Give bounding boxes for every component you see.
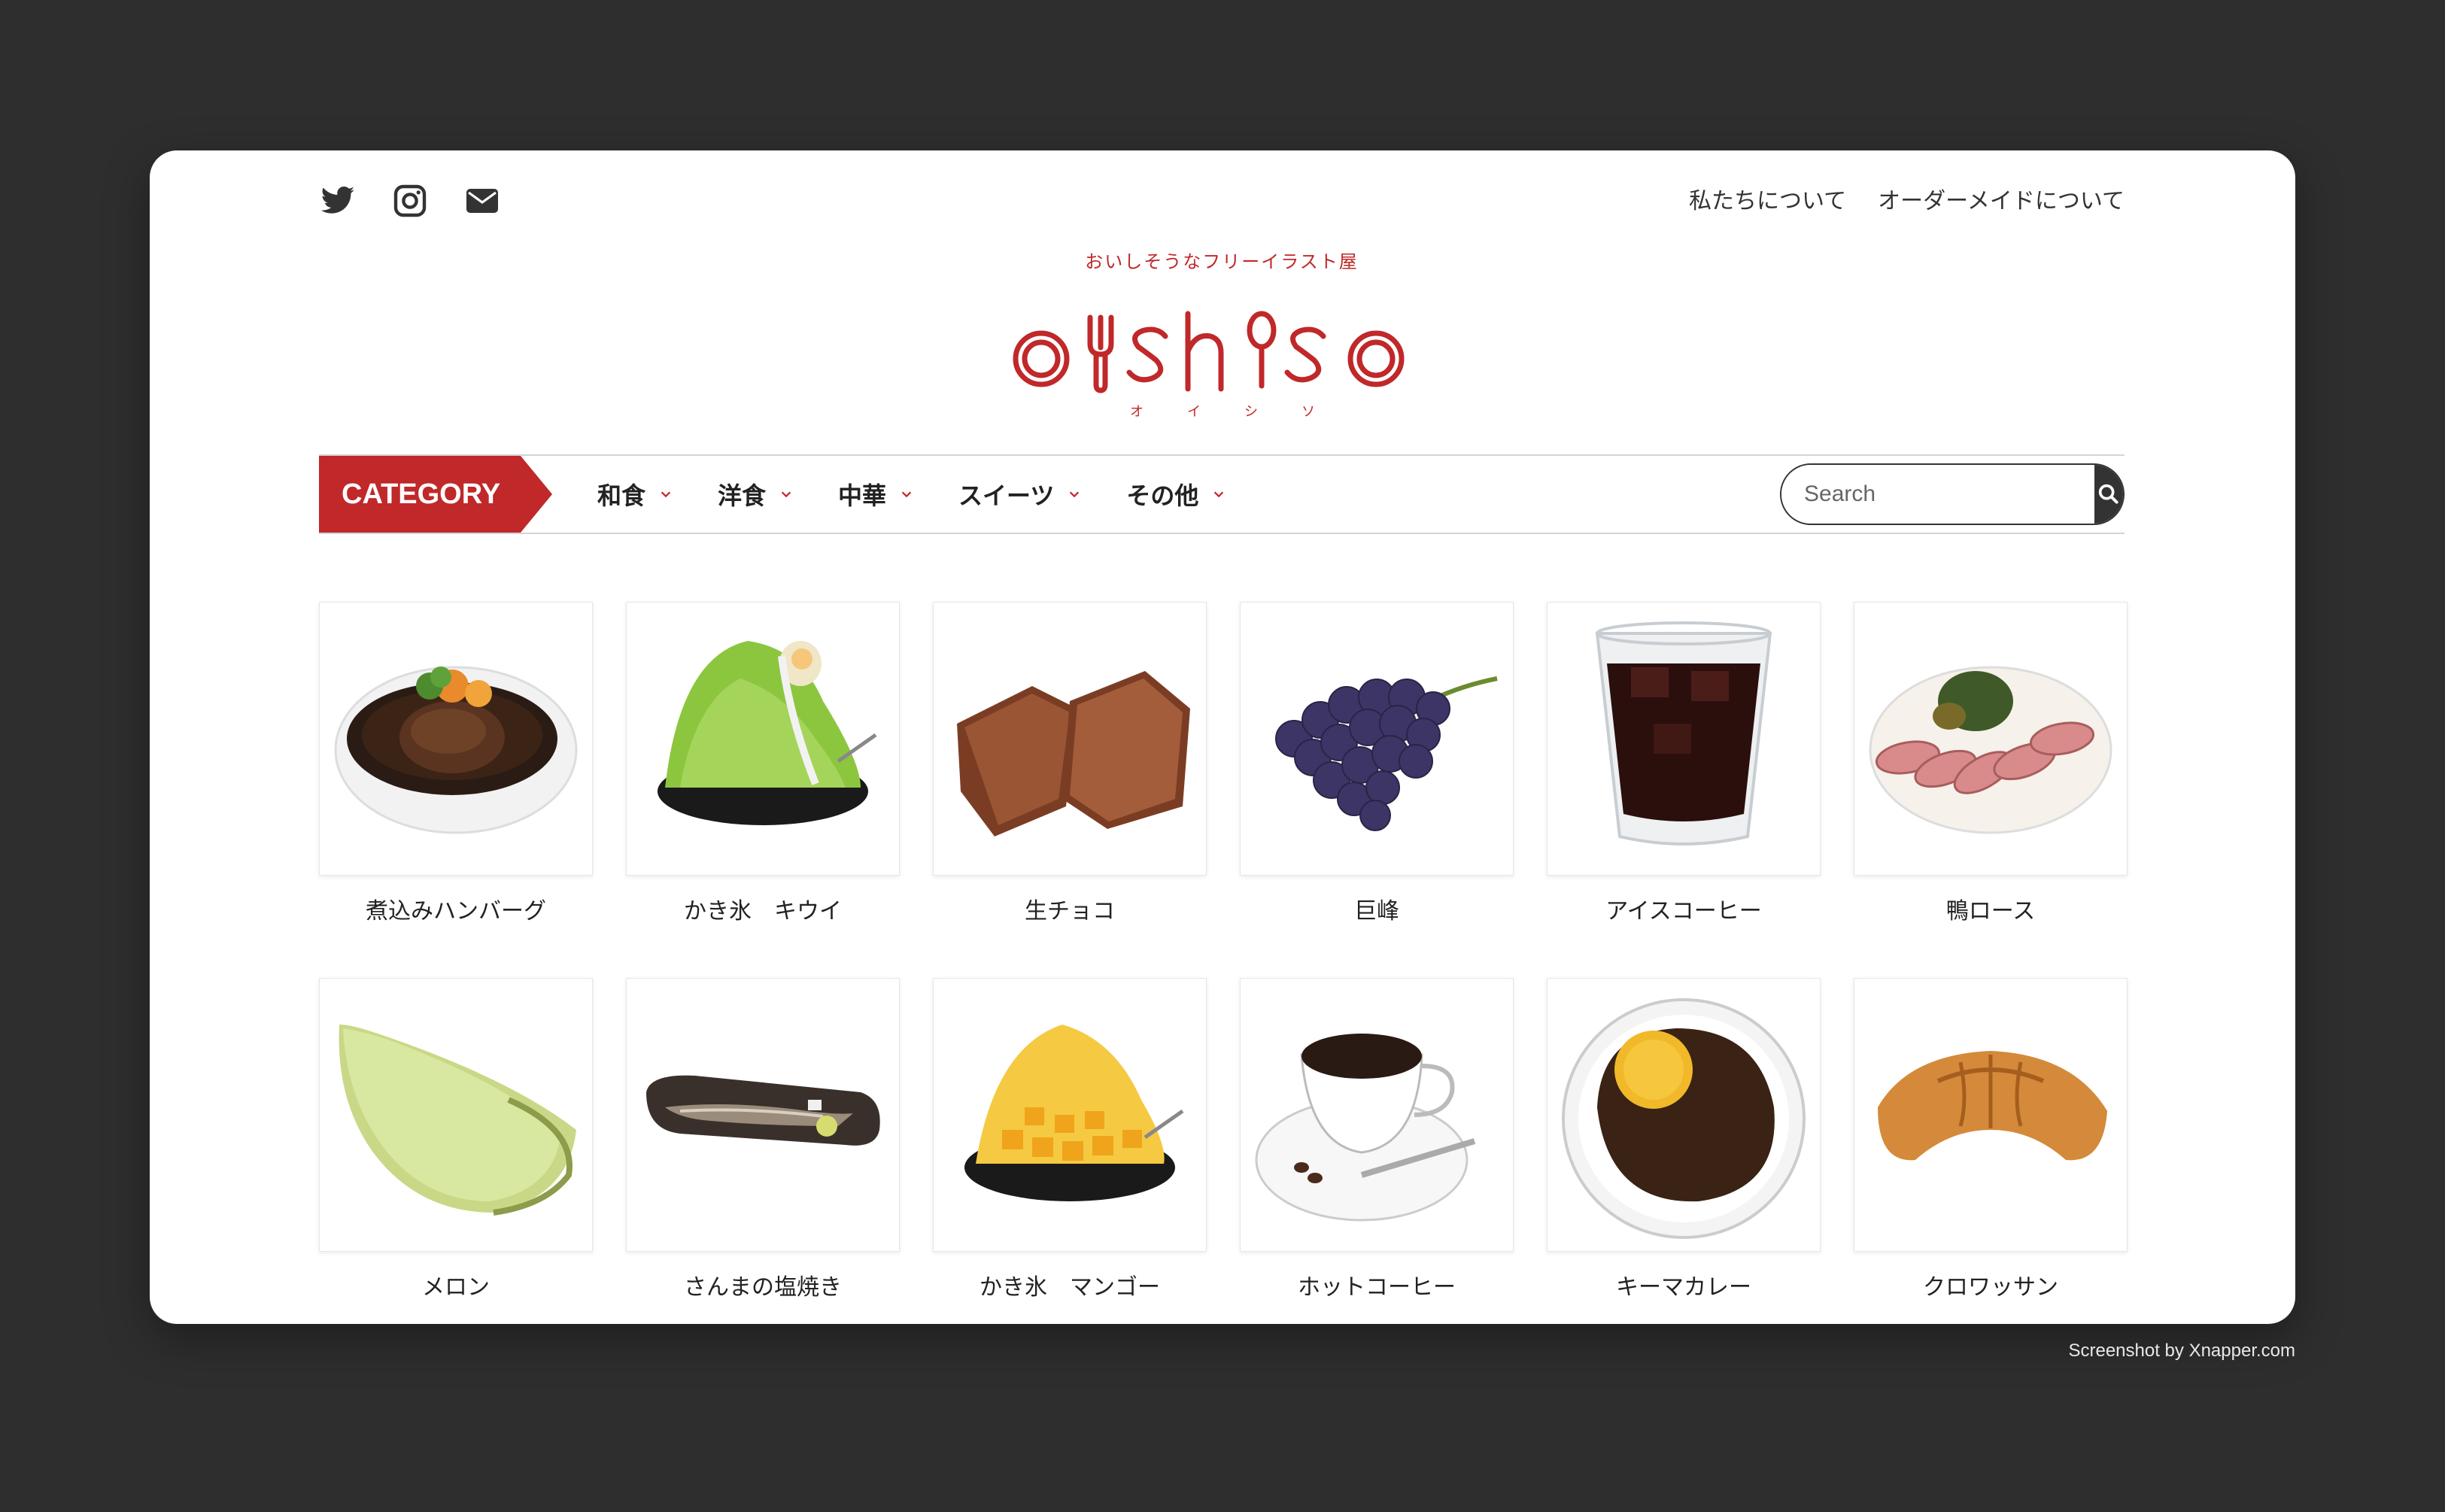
thumbnail — [1547, 978, 1821, 1252]
thumbnail — [626, 978, 900, 1252]
logo-kana: オイシソ — [1130, 404, 1359, 420]
item-caption: かき氷 キウイ — [684, 898, 842, 925]
thumbnail — [1854, 602, 2128, 876]
social-links — [319, 182, 501, 220]
category-menu: 和食 洋食 中華 スイーツ その他 — [597, 456, 1226, 533]
page-content: 私たちについて オーダーメイドについて おいしそうなフリーイラスト屋 オイシソ … — [319, 150, 2128, 1324]
item-caption: 鴨ロース — [1945, 898, 2036, 925]
grid-item-hot-coffee[interactable]: ホットコーヒー — [1240, 978, 1514, 1301]
thumbnail — [933, 602, 1207, 876]
search-input[interactable] — [1781, 465, 2094, 524]
search-button[interactable] — [2094, 465, 2123, 524]
item-caption: ホットコーヒー — [1298, 1274, 1456, 1301]
category-nav: CATEGORY 和食 洋食 中華 スイーツ その他 — [319, 454, 2125, 534]
grapes-image — [1275, 676, 1498, 831]
menu-item-sweets[interactable]: スイーツ — [958, 477, 1081, 512]
menu-item-washoku[interactable]: 和食 — [597, 477, 673, 512]
screenshot-credit: Screenshot by Xnapper.com — [2068, 1340, 2295, 1361]
about-us-link[interactable]: 私たちについて — [1689, 182, 1846, 215]
thumbnail — [1854, 978, 2128, 1252]
mango-shaved-ice-image — [964, 1025, 1184, 1201]
chevron-down-icon — [661, 491, 671, 498]
menu-item-chuka[interactable]: 中華 — [838, 477, 913, 512]
item-caption: キーマカレー — [1616, 1274, 1751, 1301]
browser-window: 私たちについて オーダーメイドについて おいしそうなフリーイラスト屋 オイシソ … — [150, 150, 2295, 1324]
instagram-icon[interactable] — [391, 182, 429, 220]
mail-icon[interactable] — [463, 182, 501, 220]
item-caption: アイスコーヒー — [1605, 898, 1762, 925]
menu-item-yoshoku[interactable]: 洋食 — [718, 477, 793, 512]
grid-item-grilled-saury[interactable]: さんまの塩焼き — [626, 978, 900, 1301]
duck-roast-image — [1869, 666, 2112, 834]
grid-item-hamburg-steak[interactable]: 煮込みハンバーグ — [319, 602, 593, 925]
grilled-saury-image — [646, 1075, 880, 1146]
menu-label: その他 — [1126, 481, 1199, 510]
item-caption: クロワッサン — [1923, 1274, 2058, 1301]
menu-label: スイーツ — [958, 481, 1055, 510]
grid-item-croissant[interactable]: クロワッサン — [1854, 978, 2128, 1301]
thumbnail — [933, 978, 1207, 1252]
grid-item-mango-shaved-ice[interactable]: かき氷 マンゴー — [933, 978, 1207, 1301]
item-caption: 煮込みハンバーグ — [366, 898, 546, 925]
search-icon — [2098, 484, 2118, 504]
thumbnail — [626, 602, 900, 876]
thumbnail — [319, 602, 593, 876]
grid-item-nama-chocolate[interactable]: 生チョコ — [933, 602, 1207, 925]
grid-item-iced-coffee[interactable]: アイスコーヒー — [1547, 602, 1821, 925]
item-caption: 生チョコ — [1025, 898, 1115, 925]
croissant-image — [1878, 1051, 2107, 1161]
chevron-down-icon — [781, 491, 791, 498]
nama-chocolate-image — [957, 671, 1190, 836]
chevron-down-icon — [901, 491, 912, 498]
thumbnail — [1547, 602, 1821, 876]
item-caption: 巨峰 — [1354, 898, 1399, 925]
melon-image — [339, 1025, 576, 1216]
top-links: 私たちについて オーダーメイドについて — [1689, 182, 2125, 215]
kiwi-shaved-ice-image — [658, 641, 877, 825]
hot-coffee-image — [1255, 1034, 1476, 1222]
grid-item-melon[interactable]: メロン — [319, 978, 593, 1301]
grid-item-keema-curry[interactable]: キーマカレー — [1547, 978, 1821, 1301]
custom-order-link[interactable]: オーダーメイドについて — [1878, 182, 2125, 215]
grid-item-kiwi-shaved-ice[interactable]: かき氷 キウイ — [626, 602, 900, 925]
site-logo[interactable]: おいしそうなフリーイラスト屋 オイシソ — [996, 247, 1447, 421]
menu-label: 洋食 — [718, 481, 767, 510]
menu-label: 中華 — [838, 481, 887, 510]
illustration-grid: 煮込みハンバーグ かき氷 キウイ 生チョコ 巨峰 アイスコーヒー 鴨ロース メロ… — [319, 602, 2128, 1301]
chevron-down-icon — [1070, 491, 1080, 498]
menu-item-other[interactable]: その他 — [1126, 477, 1226, 512]
category-label: CATEGORY — [319, 456, 552, 533]
item-caption: メロン — [422, 1274, 490, 1301]
search-box — [1780, 463, 2125, 525]
item-caption: さんまの塩焼き — [684, 1274, 842, 1301]
logo-tagline: おいしそうなフリーイラスト屋 — [1085, 251, 1359, 272]
logo-wordmark — [1013, 311, 1405, 393]
grid-item-grapes[interactable]: 巨峰 — [1240, 602, 1514, 925]
thumbnail — [1240, 602, 1514, 876]
iced-coffee-image — [1595, 621, 1772, 846]
hamburg-steak-image — [334, 666, 578, 834]
grid-item-duck-roast[interactable]: 鴨ロース — [1854, 602, 2128, 925]
chevron-down-icon — [1214, 491, 1224, 498]
item-caption: かき氷 マンゴー — [980, 1274, 1160, 1301]
thumbnail — [1240, 978, 1514, 1252]
twitter-icon[interactable] — [319, 182, 357, 220]
thumbnail — [319, 978, 593, 1252]
keema-curry-image — [1562, 998, 1806, 1239]
menu-label: 和食 — [597, 481, 646, 510]
